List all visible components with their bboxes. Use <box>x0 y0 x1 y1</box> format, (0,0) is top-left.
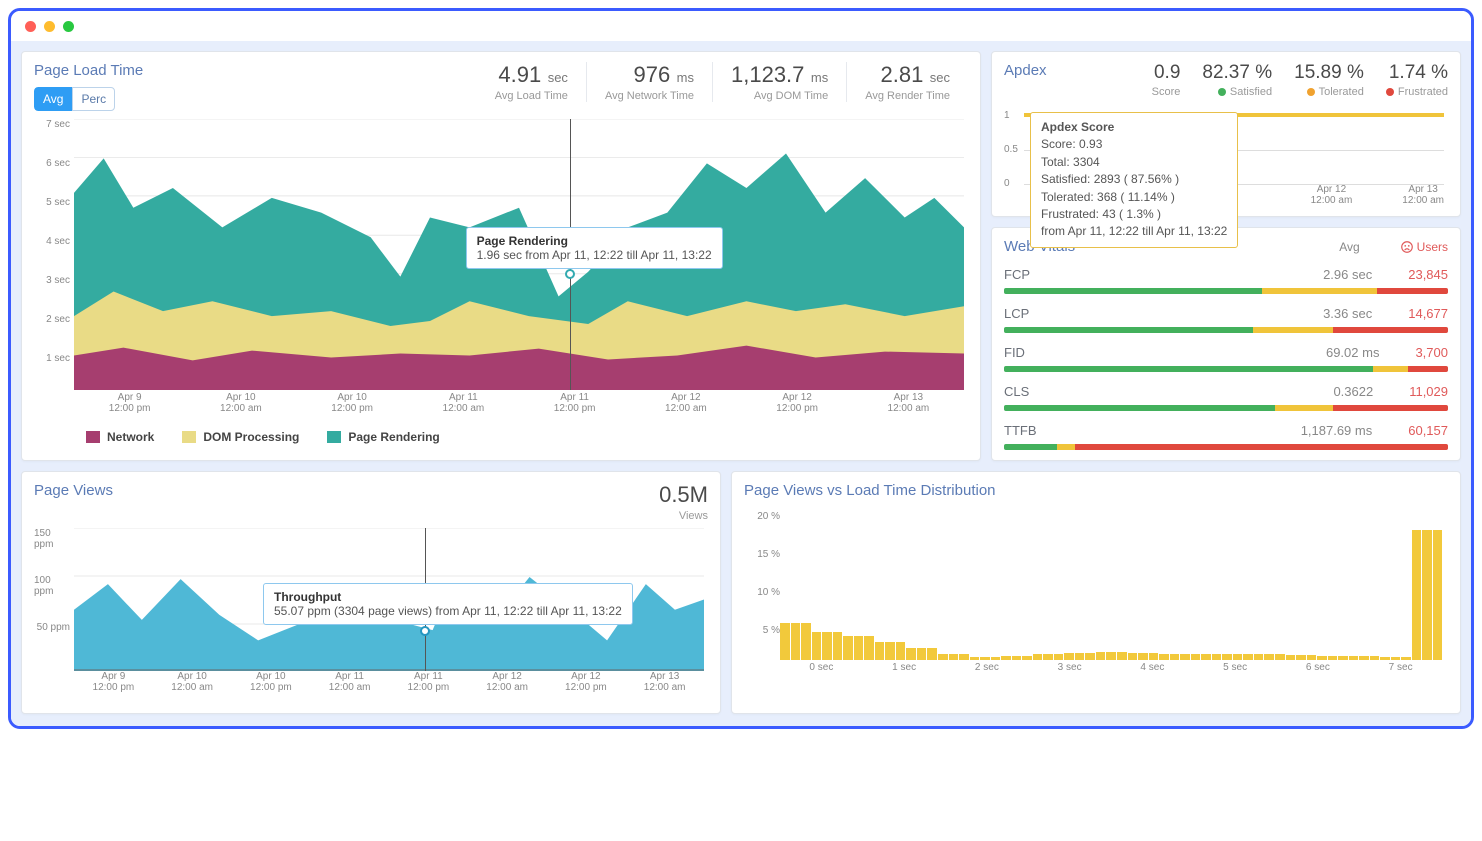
page-views-title: Page Views <box>34 482 113 499</box>
sad-face-icon <box>1400 240 1414 254</box>
plt-tooltip: Page Rendering 1.96 sec from Apr 11, 12:… <box>466 227 723 269</box>
page-load-time-panel: Page Load Time Avg Perc 4.91 secAvg Load… <box>21 51 981 461</box>
apdex-stat: 15.89 %Tolerated <box>1294 62 1364 98</box>
toggle-avg-button[interactable]: Avg <box>34 87 72 111</box>
apdex-title: Apdex <box>1004 62 1047 79</box>
apdex-chart[interactable]: 1 0.5 0 Apdex Score Score: 0.93 Total: 3… <box>1004 106 1448 206</box>
pv-chart[interactable]: 150 ppm100 ppm50 ppm Throughput 55.07 pp… <box>34 528 708 703</box>
toggle-perc-button[interactable]: Perc <box>72 87 115 111</box>
page-load-title: Page Load Time <box>34 62 143 79</box>
minimize-icon[interactable] <box>44 21 55 32</box>
wv-col-avg: Avg <box>1339 240 1359 254</box>
wv-col-users: Users <box>1400 240 1448 254</box>
plt-stat: 2.81 secAvg Render Time <box>846 62 968 102</box>
plt-legend: Network DOM Processing Page Rendering <box>34 430 968 444</box>
apdex-tooltip: Apdex Score Score: 0.93 Total: 3304 Sati… <box>1030 112 1238 248</box>
plt-chart[interactable]: 7 sec6 sec5 sec4 sec3 sec2 sec1 sec <box>34 119 968 424</box>
browser-frame: Page Load Time Avg Perc 4.91 secAvg Load… <box>8 8 1474 729</box>
apdex-stat: 0.9Score <box>1152 62 1181 98</box>
pv-tooltip: Throughput 55.07 ppm (3304 page views) f… <box>263 583 633 625</box>
plt-stat: 1,123.7 msAvg DOM Time <box>712 62 846 102</box>
wv-row[interactable]: TTFB1,187.69 ms60,157 <box>1004 423 1448 450</box>
plt-stats: 4.91 secAvg Load Time976 msAvg Network T… <box>477 62 968 102</box>
wv-row[interactable]: CLS0.362211,029 <box>1004 384 1448 411</box>
hover-marker-icon <box>420 626 430 636</box>
legend-item[interactable]: Network <box>86 430 154 444</box>
distribution-title: Page Views vs Load Time Distribution <box>744 482 1448 499</box>
legend-item[interactable]: Page Rendering <box>327 430 439 444</box>
wv-row[interactable]: FCP2.96 sec23,845 <box>1004 267 1448 294</box>
hover-marker-icon <box>565 269 575 279</box>
close-icon[interactable] <box>25 21 36 32</box>
web-vitals-panel: Web Vitals Avg Users FCP2.96 sec23,845LC… <box>991 227 1461 461</box>
apdex-panel: Apdex 0.9Score 82.37 %Satisfied 15.89 %Tol… <box>991 51 1461 217</box>
avg-perc-toggle: Avg Perc <box>34 87 143 111</box>
titlebar <box>11 11 1471 41</box>
pv-value: 0.5M <box>659 482 708 508</box>
maximize-icon[interactable] <box>63 21 74 32</box>
apdex-stat: 1.74 %Frustrated <box>1386 62 1448 98</box>
plt-stat: 4.91 secAvg Load Time <box>477 62 586 102</box>
wv-row[interactable]: LCP3.36 sec14,677 <box>1004 306 1448 333</box>
dist-chart[interactable]: 20 %15 %10 %5 % 0 sec1 sec2 sec3 sec4 se… <box>744 505 1448 680</box>
distribution-panel: Page Views vs Load Time Distribution 20 … <box>731 471 1461 714</box>
apdex-stat: 82.37 %Satisfied <box>1202 62 1272 98</box>
wv-row[interactable]: FID69.02 ms3,700 <box>1004 345 1448 372</box>
dashboard: Page Load Time Avg Perc 4.91 secAvg Load… <box>11 41 1471 726</box>
page-views-panel: Page Views 0.5M Views 150 ppm100 ppm50 p… <box>21 471 721 714</box>
plt-stat: 976 msAvg Network Time <box>586 62 712 102</box>
legend-item[interactable]: DOM Processing <box>182 430 299 444</box>
pv-label: Views <box>659 510 708 522</box>
